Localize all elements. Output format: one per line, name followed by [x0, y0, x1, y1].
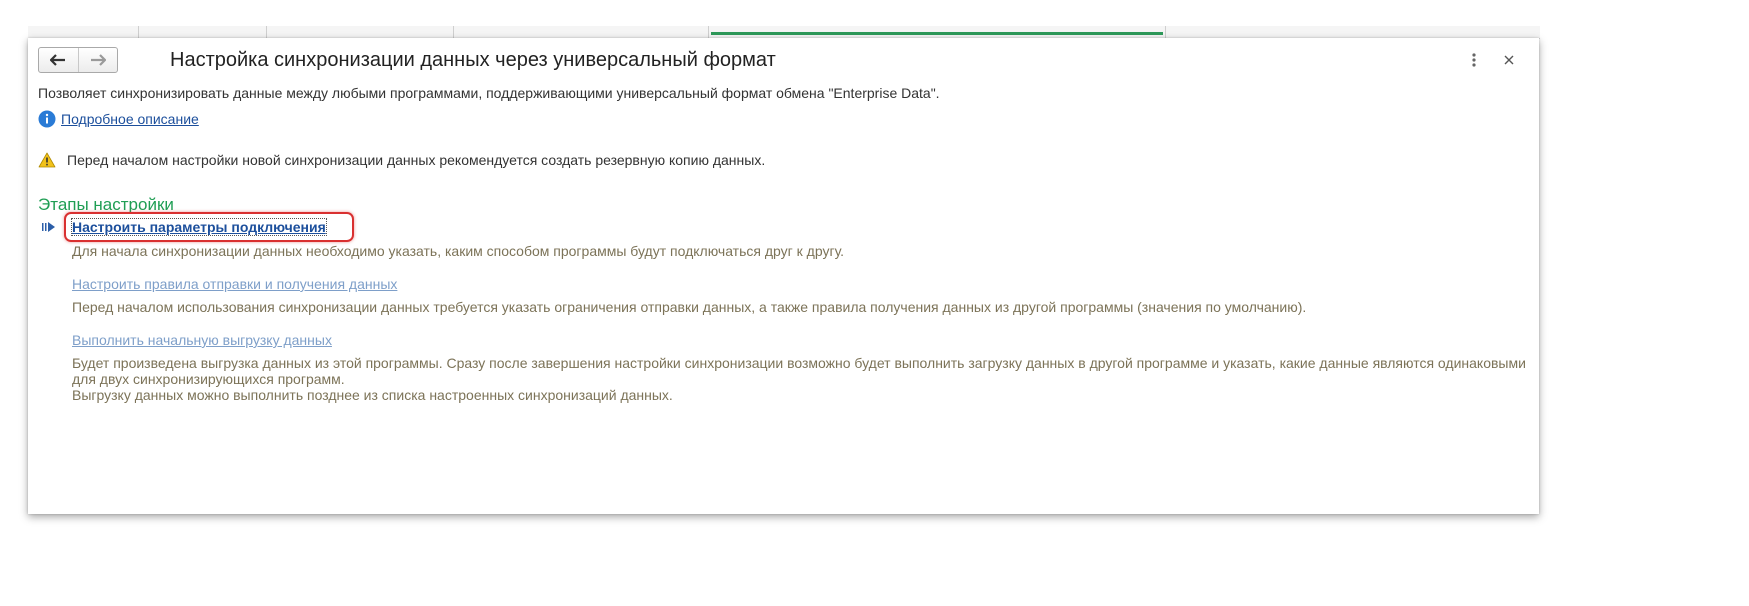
page-title: Настройка синхронизации данных через уни…	[170, 49, 776, 71]
step-send-receive-rules-description: Перед началом использования синхронизаци…	[72, 299, 1307, 315]
details-link[interactable]: Подробное описание	[61, 111, 199, 127]
step-initial-export-description-main: Будет произведена выгрузка данных из это…	[72, 355, 1526, 387]
arrow-left-icon	[50, 54, 66, 66]
step-send-receive-rules-link[interactable]: Настроить правила отправки и получения д…	[72, 276, 397, 292]
info-icon	[38, 110, 56, 128]
step-initial-export-link[interactable]: Выполнить начальную выгрузку данных	[72, 332, 332, 348]
warning-icon	[38, 152, 56, 168]
step-connection-params-link[interactable]: Настроить параметры подключения	[71, 218, 327, 236]
step-initial-export-description-extra: Выгрузку данных можно выполнить позднее …	[72, 387, 673, 403]
warning-text: Перед началом настройки новой синхрониза…	[67, 152, 766, 168]
tab-separator	[708, 26, 709, 38]
step-initial-export-description: Будет произведена выгрузка данных из это…	[72, 355, 1527, 403]
forward-button[interactable]	[77, 48, 118, 72]
history-navigation	[38, 47, 118, 73]
arrow-right-icon	[90, 54, 106, 66]
details-row: Подробное описание	[38, 110, 199, 128]
close-icon[interactable]	[1500, 51, 1518, 69]
backup-warning: Перед началом настройки новой синхрониза…	[38, 152, 765, 168]
more-vertical-icon[interactable]	[1466, 52, 1482, 68]
tab-separator	[266, 26, 267, 38]
back-button[interactable]	[39, 48, 78, 72]
form-description: Позволяет синхронизировать данные между …	[38, 85, 940, 101]
current-step-arrow-icon	[42, 222, 55, 232]
tab-separator	[1165, 26, 1166, 38]
step-connection-params-description: Для начала синхронизации данных необходи…	[72, 243, 845, 259]
tab-separator	[453, 26, 454, 38]
sync-setup-window: Настройка синхронизации данных через уни…	[28, 38, 1539, 514]
active-tab-indicator[interactable]	[711, 32, 1163, 35]
tab-separator	[138, 26, 139, 38]
